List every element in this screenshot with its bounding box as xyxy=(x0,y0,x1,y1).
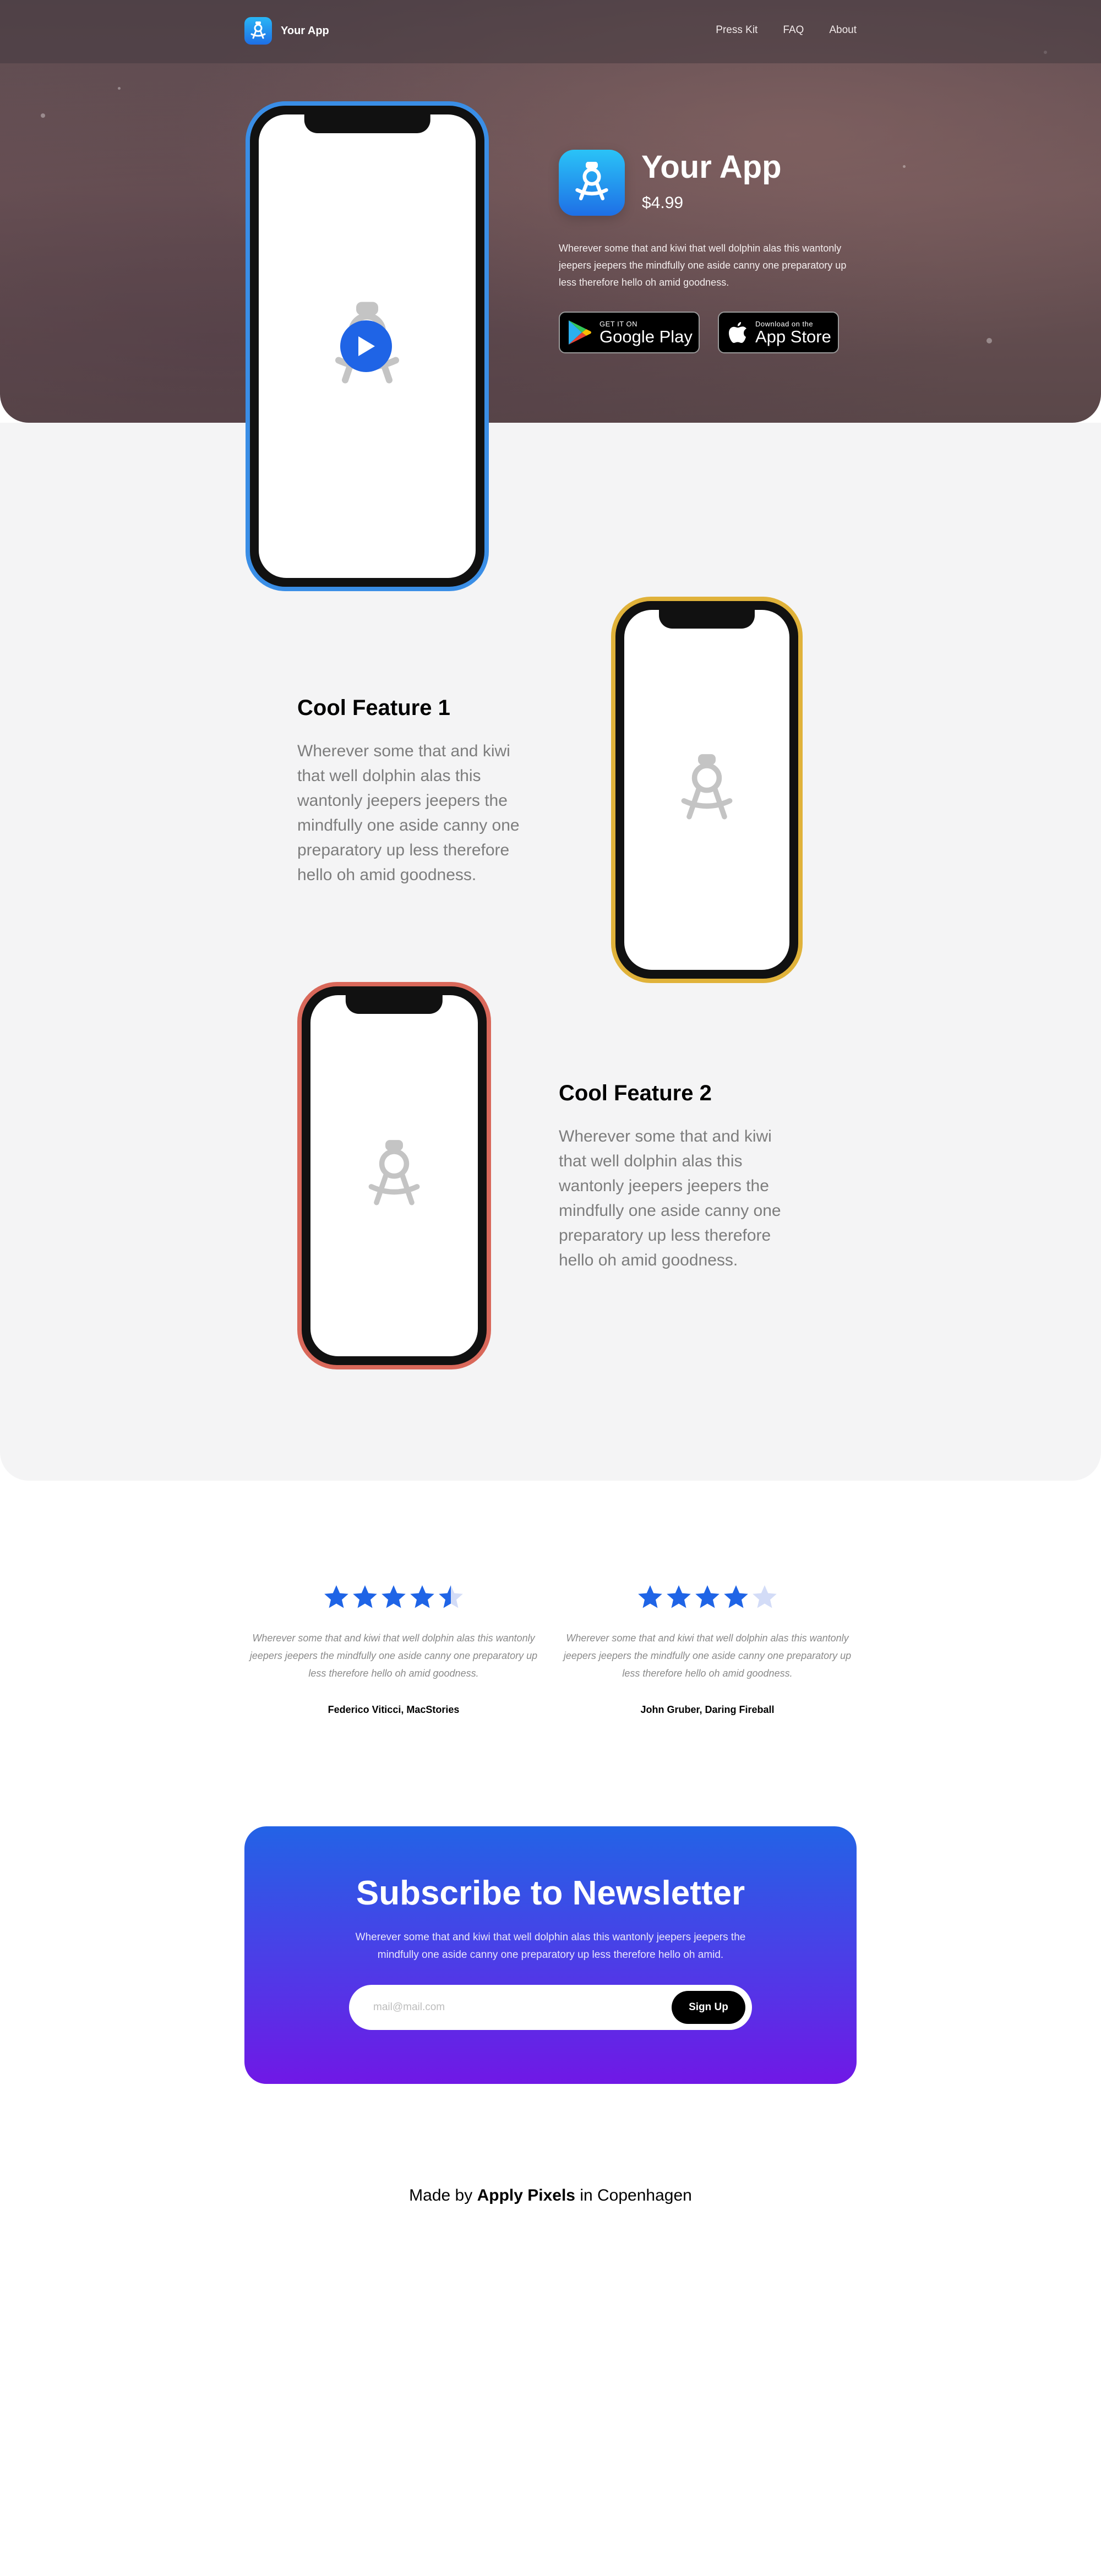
phone-frame xyxy=(302,986,487,1365)
app-logo-icon xyxy=(575,162,608,200)
play-video-button[interactable] xyxy=(340,320,392,372)
background-speck xyxy=(986,338,992,343)
brand-name: Your App xyxy=(281,24,329,37)
review-text: Wherever some that and kiwi that well do… xyxy=(563,1633,852,1679)
phone-frame xyxy=(615,601,798,979)
footer-prefix: Made by xyxy=(409,2186,473,2204)
apple-icon xyxy=(728,321,748,344)
star-icon xyxy=(753,1585,777,1608)
app-store-text: Download on the App Store xyxy=(755,320,831,346)
newsletter-text: Wherever some that and kiwi that well do… xyxy=(355,1931,746,1961)
star-icon xyxy=(381,1585,406,1608)
play-icon xyxy=(358,336,375,356)
hero-phone-mockup xyxy=(246,101,489,591)
feature-2-text: Wherever some that and kiwi that well do… xyxy=(559,1127,781,1269)
star-icon xyxy=(667,1585,691,1608)
app-price: $4.99 xyxy=(642,194,684,212)
review-card: Wherever some that and kiwi that well do… xyxy=(245,1584,542,1716)
phone-notch xyxy=(345,995,443,1014)
navbar: Your App Press Kit FAQ About xyxy=(0,0,1101,63)
app-logo-icon xyxy=(680,750,733,831)
nav-links: Press Kit FAQ About xyxy=(716,24,857,36)
brand-link[interactable]: Your App xyxy=(244,17,329,45)
star-icon xyxy=(724,1585,748,1608)
app-store-button[interactable]: Download on the App Store xyxy=(718,312,839,353)
app-logo-icon xyxy=(368,1136,421,1216)
app-logo-icon xyxy=(244,17,272,45)
nav-link-faq[interactable]: FAQ xyxy=(783,24,804,36)
star-icon xyxy=(638,1585,662,1608)
google-play-text: GET IT ON Google Play xyxy=(599,320,693,346)
review-author: Federico Viticci, MacStories xyxy=(328,1704,460,1715)
feature-2-phone-mockup xyxy=(297,982,491,1369)
app-description: Wherever some that and kiwi that well do… xyxy=(559,243,847,288)
google-play-big-label: Google Play xyxy=(599,326,693,346)
footer: Made by Apply Pixels in Copenhagen xyxy=(0,2186,1101,2205)
background-speck xyxy=(118,87,121,90)
star-icon xyxy=(324,1585,348,1608)
feature-2-title: Cool Feature 2 xyxy=(559,1081,712,1105)
star-icon xyxy=(695,1585,720,1608)
review-card: Wherever some that and kiwi that well do… xyxy=(559,1584,856,1716)
newsletter-card: Subscribe to Newsletter Wherever some th… xyxy=(244,1826,857,2084)
newsletter-form: Sign Up xyxy=(349,1985,752,2030)
phone-screen xyxy=(259,114,476,578)
feature-1-phone-mockup xyxy=(611,597,803,983)
rating-stars xyxy=(245,1584,542,1609)
background-speck xyxy=(41,113,45,118)
nav-link-press-kit[interactable]: Press Kit xyxy=(716,24,757,36)
star-icon xyxy=(439,1585,463,1608)
google-play-icon xyxy=(568,319,592,346)
star-icon xyxy=(410,1585,434,1608)
features-section: Cool Feature 1 Wherever some that and ki… xyxy=(0,423,1101,1481)
phone-frame xyxy=(250,106,484,587)
footer-company-link[interactable]: Apply Pixels xyxy=(477,2186,575,2204)
phone-screen xyxy=(310,995,478,1356)
app-title: Your App xyxy=(641,149,782,185)
review-author: John Gruber, Daring Fireball xyxy=(640,1704,775,1715)
feature-1-text: Wherever some that and kiwi that well do… xyxy=(297,742,520,884)
phone-notch xyxy=(304,114,430,133)
phone-notch xyxy=(659,610,755,629)
feature-1-title: Cool Feature 1 xyxy=(297,696,450,720)
background-speck xyxy=(903,165,906,168)
nav-link-about[interactable]: About xyxy=(829,24,857,36)
star-icon xyxy=(353,1585,377,1608)
app-store-big-label: App Store xyxy=(755,326,831,346)
sign-up-button[interactable]: Sign Up xyxy=(672,1991,745,2024)
email-field[interactable] xyxy=(373,1994,659,2021)
hero-section: Your App Press Kit FAQ About Your App $4… xyxy=(0,0,1101,423)
newsletter-title: Subscribe to Newsletter xyxy=(356,1874,745,1912)
app-icon xyxy=(559,150,625,216)
review-text: Wherever some that and kiwi that well do… xyxy=(249,1633,538,1679)
rating-stars xyxy=(559,1584,856,1609)
phone-screen xyxy=(624,610,789,970)
google-play-button[interactable]: GET IT ON Google Play xyxy=(559,312,700,353)
footer-suffix: in Copenhagen xyxy=(580,2186,692,2204)
